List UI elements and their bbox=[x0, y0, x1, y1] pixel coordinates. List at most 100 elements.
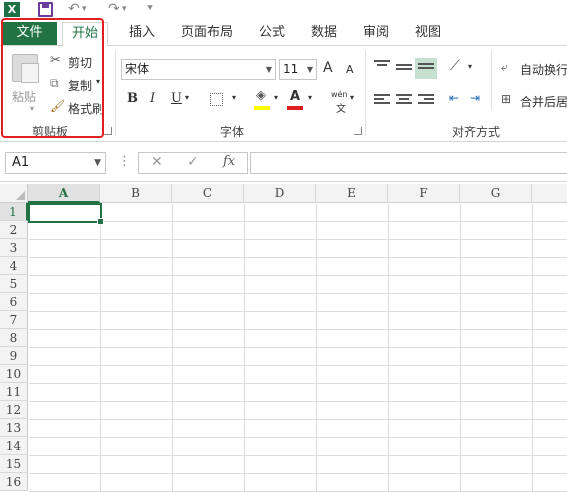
font-launcher-icon[interactable] bbox=[354, 127, 362, 135]
formula-buttons: ✕ ✓ fx bbox=[138, 152, 248, 174]
decrease-indent-icon[interactable]: ⇤ bbox=[449, 91, 459, 105]
fill-color-swatch bbox=[254, 106, 270, 110]
paste-icon[interactable] bbox=[12, 54, 39, 83]
name-box[interactable]: A1 ▼ bbox=[5, 152, 106, 174]
font-color-button[interactable]: A bbox=[290, 89, 300, 104]
copy-dropdown-icon[interactable]: ▾ bbox=[96, 77, 100, 86]
row-header-8[interactable]: 8 bbox=[0, 329, 28, 347]
cut-button[interactable]: 剪切 bbox=[68, 54, 92, 71]
phonetic-button[interactable]: wén bbox=[331, 90, 348, 99]
align-bottom-button[interactable] bbox=[415, 58, 437, 79]
column-header-a[interactable]: A bbox=[28, 184, 100, 203]
font-name-select[interactable]: 宋体 ▼ bbox=[121, 59, 276, 80]
paste-button[interactable]: 粘贴 bbox=[12, 88, 36, 105]
customize-toolbar-icon[interactable]: ⯆ bbox=[146, 0, 154, 18]
row-header-7[interactable]: 7 bbox=[0, 311, 28, 329]
row-header-12[interactable]: 12 bbox=[0, 401, 28, 419]
row-header-4[interactable]: 4 bbox=[0, 257, 28, 275]
tab-home[interactable]: 开始 bbox=[62, 22, 108, 47]
row-header-3[interactable]: 3 bbox=[0, 239, 28, 257]
select-all-button[interactable] bbox=[0, 184, 28, 203]
scissors-icon: ✂ bbox=[50, 53, 61, 68]
column-header-e[interactable]: E bbox=[316, 184, 388, 203]
cell-area[interactable] bbox=[29, 204, 567, 492]
align-right-icon[interactable] bbox=[418, 94, 434, 106]
row-header-13[interactable]: 13 bbox=[0, 419, 28, 437]
borders-dropdown-icon[interactable]: ▾ bbox=[232, 93, 236, 102]
redo-icon[interactable]: ↷ bbox=[108, 0, 120, 18]
row-header-15[interactable]: 15 bbox=[0, 455, 28, 473]
column-header-c[interactable]: C bbox=[172, 184, 244, 203]
active-cell-a1[interactable] bbox=[28, 203, 104, 225]
ribbon-home: 粘贴 ▾ ✂ 剪切 ⧉ 复制 ▾ 🖌 格式刷 剪贴板 宋体 ▼ 11 ▼ A A… bbox=[0, 46, 567, 142]
grow-font-button[interactable]: A bbox=[323, 60, 333, 76]
phonetic-letter: 文 bbox=[336, 104, 346, 115]
font-size-value: 11 bbox=[283, 62, 299, 76]
wrap-text-icon: ⤶ bbox=[501, 60, 508, 74]
align-center-icon[interactable] bbox=[396, 94, 412, 106]
tab-insert[interactable]: 插入 bbox=[122, 22, 162, 46]
align-top-icon[interactable] bbox=[374, 60, 390, 72]
column-header-b[interactable]: B bbox=[100, 184, 172, 203]
row-header-1[interactable]: 1 bbox=[0, 203, 28, 221]
insert-function-icon[interactable]: fx bbox=[223, 154, 235, 169]
save-icon[interactable] bbox=[38, 2, 53, 17]
alignment-group-label: 对齐方式 bbox=[452, 125, 501, 139]
row-header-5[interactable]: 5 bbox=[0, 275, 28, 293]
row-header-11[interactable]: 11 bbox=[0, 383, 28, 401]
align-middle-icon[interactable] bbox=[396, 64, 412, 76]
borders-icon[interactable] bbox=[210, 93, 223, 106]
column-header-d[interactable]: D bbox=[244, 184, 316, 203]
italic-button[interactable]: I bbox=[150, 91, 155, 106]
group-separator bbox=[115, 50, 116, 136]
enter-icon[interactable]: ✓ bbox=[187, 154, 199, 170]
orientation-icon[interactable]: ⟋ bbox=[450, 58, 460, 74]
format-painter-icon: 🖌 bbox=[50, 99, 66, 113]
row-header-6[interactable]: 6 bbox=[0, 293, 28, 311]
excel-logo-icon: X bbox=[4, 2, 20, 17]
chevron-down-icon: ▼ bbox=[306, 65, 313, 74]
wrap-text-button[interactable]: 自动换行 bbox=[520, 61, 567, 78]
orientation-dropdown-icon[interactable]: ▾ bbox=[468, 62, 472, 71]
clipboard-launcher-icon[interactable] bbox=[104, 127, 112, 135]
tab-review[interactable]: 审阅 bbox=[356, 22, 396, 46]
format-painter-button[interactable]: 格式刷 bbox=[68, 100, 104, 117]
column-header-h[interactable] bbox=[532, 184, 567, 203]
underline-button[interactable]: U bbox=[171, 91, 182, 106]
row-header-2[interactable]: 2 bbox=[0, 221, 28, 239]
tab-view[interactable]: 视图 bbox=[408, 22, 448, 46]
row-header-9[interactable]: 9 bbox=[0, 347, 28, 365]
paste-dropdown-icon[interactable]: ▾ bbox=[30, 104, 34, 113]
tab-page-layout[interactable]: 页面布局 bbox=[176, 22, 238, 46]
tab-file[interactable]: 文件 bbox=[2, 22, 57, 45]
ribbon-tabs: 文件 开始 插入 页面布局 公式 数据 审阅 视图 bbox=[0, 20, 567, 47]
fill-dropdown-icon[interactable]: ▾ bbox=[274, 93, 278, 102]
tab-formulas[interactable]: 公式 bbox=[252, 22, 292, 46]
bold-button[interactable]: B bbox=[127, 91, 138, 106]
column-header-f[interactable]: F bbox=[388, 184, 460, 203]
cancel-icon[interactable]: ✕ bbox=[151, 154, 163, 170]
shrink-font-button[interactable]: A bbox=[346, 63, 354, 76]
undo-dropdown-icon[interactable]: ▾ bbox=[82, 0, 87, 18]
name-box-value: A1 bbox=[12, 155, 30, 170]
undo-icon[interactable]: ↶ bbox=[68, 0, 80, 18]
underline-dropdown-icon[interactable]: ▾ bbox=[185, 93, 189, 102]
font-color-dropdown-icon[interactable]: ▾ bbox=[308, 93, 312, 102]
font-size-select[interactable]: 11 ▼ bbox=[279, 59, 317, 80]
row-header-10[interactable]: 10 bbox=[0, 365, 28, 383]
fill-color-icon[interactable]: ◈ bbox=[256, 88, 266, 103]
redo-dropdown-icon[interactable]: ▾ bbox=[122, 0, 127, 18]
group-separator bbox=[365, 50, 366, 136]
chevron-down-icon: ▼ bbox=[94, 158, 101, 168]
merge-center-icon: ⊞ bbox=[501, 92, 512, 106]
increase-indent-icon[interactable]: ⇥ bbox=[470, 91, 480, 105]
copy-button[interactable]: 复制 bbox=[68, 77, 92, 94]
column-header-g[interactable]: G bbox=[460, 184, 532, 203]
merge-center-button[interactable]: 合并后居 bbox=[520, 93, 567, 110]
row-header-14[interactable]: 14 bbox=[0, 437, 28, 455]
phonetic-dropdown-icon[interactable]: ▾ bbox=[350, 93, 354, 102]
tab-data[interactable]: 数据 bbox=[304, 22, 344, 46]
formula-input[interactable] bbox=[250, 152, 567, 174]
align-left-icon[interactable] bbox=[374, 94, 390, 106]
row-header-16[interactable]: 16 bbox=[0, 473, 28, 491]
